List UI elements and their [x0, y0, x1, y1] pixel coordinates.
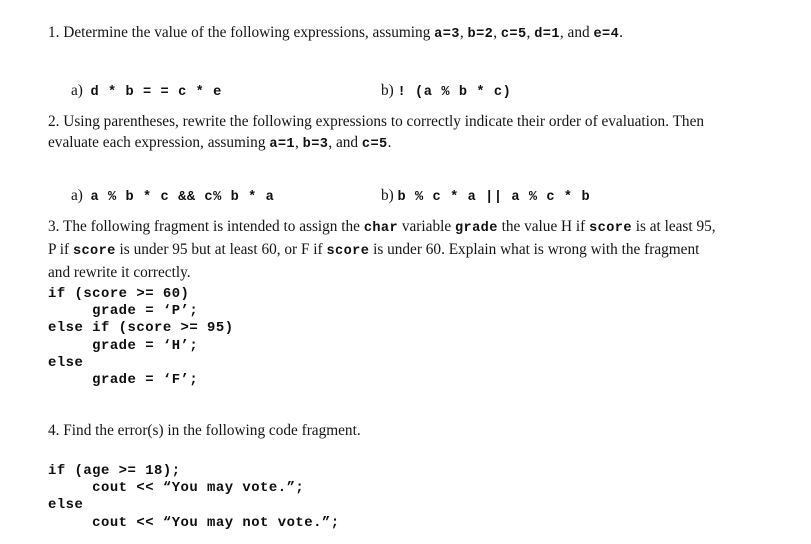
answer-label: b)	[380, 187, 394, 204]
answer-expression: ! (a % b * c)	[397, 85, 512, 100]
answer-expression: d * b = = c * e	[90, 85, 222, 100]
inline-text: 3. The following fragment is intended to…	[48, 218, 364, 235]
answer-label: a)	[70, 187, 83, 204]
inline-text: variable	[398, 218, 455, 235]
inline-text: , and	[328, 134, 362, 151]
question-1-prompt: 1. Determine the value of the following …	[48, 22, 716, 45]
inline-code: score	[326, 244, 370, 259]
inline-code: b=3	[302, 137, 329, 152]
question-4-prompt: 4. Find the error(s) in the following co…	[48, 420, 716, 441]
inline-code: a=1	[269, 137, 295, 152]
q1-prompt-rich: 1. Determine the value of the following …	[48, 24, 623, 42]
inline-text: .	[387, 134, 392, 151]
inline-text: ,	[493, 24, 501, 41]
q2-prompt-rich: 2. Using parentheses, rewrite the follow…	[48, 113, 704, 152]
inline-code: c=5	[500, 27, 527, 42]
inline-code: char	[363, 221, 399, 236]
worksheet-page: 1. Determine the value of the following …	[0, 0, 811, 544]
inline-code: score	[72, 244, 116, 259]
inline-text: is under 95 but at least 60, or F if	[115, 241, 327, 258]
answer-expression: a % b * c && c% b * a	[90, 190, 275, 205]
question-3-prompt: 3. The following fragment is intended to…	[48, 216, 718, 283]
inline-code: a=3	[434, 27, 460, 42]
inline-code: e=4	[593, 27, 620, 42]
inline-text: the value H if	[497, 218, 590, 235]
question-3-code-fragment: if (score >= 60) grade = ‘P’; else if (s…	[48, 286, 234, 389]
inline-text: , and	[559, 24, 594, 41]
question-4-code-fragment: if (age >= 18); cout << “You may vote.”;…	[48, 463, 340, 531]
inline-code: d=1	[534, 27, 560, 42]
answer-label: a)	[70, 82, 83, 99]
question-2-prompt: 2. Using parentheses, rewrite the follow…	[48, 111, 716, 155]
inline-code: grade	[454, 221, 498, 236]
answer-expression: b % c * a || a % c * b	[397, 190, 591, 205]
answer-label: b)	[380, 82, 394, 99]
inline-code: c=5	[361, 137, 388, 152]
inline-text: ,	[459, 24, 468, 41]
inline-text: .	[619, 24, 623, 41]
inline-text: ,	[295, 134, 303, 151]
inline-code: b=2	[467, 27, 494, 42]
inline-text: 4. Find the error(s) in the following co…	[48, 422, 361, 439]
inline-text: 1. Determine the value of the following …	[48, 24, 435, 41]
question-1-answers: a) d * b = = c * e b) ! (a % b * c)	[48, 58, 748, 100]
q4-prompt-rich: 4. Find the error(s) in the following co…	[48, 422, 361, 439]
question-2-answers: a) a % b * c && c% b * a b) b % c * a ||…	[48, 163, 748, 205]
q3-prompt-rich: 3. The following fragment is intended to…	[48, 218, 716, 281]
inline-code: score	[589, 221, 632, 236]
